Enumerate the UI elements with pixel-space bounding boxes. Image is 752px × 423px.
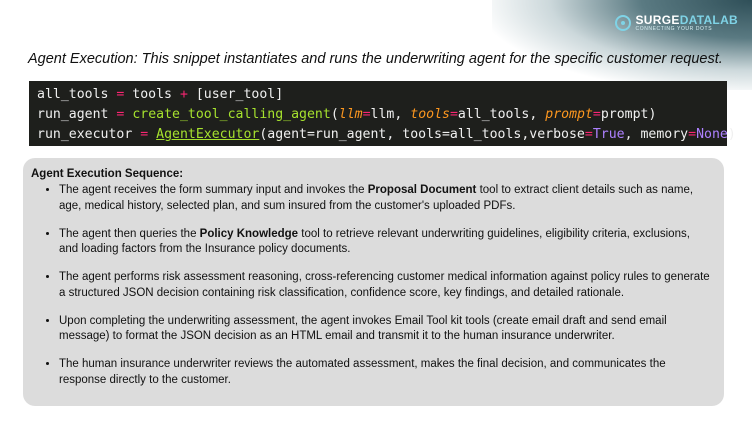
logo-tagline: CONNECTING YOUR DOTS — [635, 26, 713, 32]
code-line-3: run_executor = AgentExecutor(agent=run_a… — [37, 127, 736, 142]
logo-name-part2: DATALAB — [679, 13, 738, 27]
sequence-item-2: The agent then queries the Policy Knowle… — [59, 227, 710, 258]
execution-sequence-panel: Agent Execution Sequence: The agent rece… — [23, 158, 724, 406]
code-block: all_tools = tools + [user_tool] run_agen… — [29, 81, 736, 146]
sequence-heading: Agent Execution Sequence: — [31, 168, 184, 180]
logo-name: SURGEDATALAB — [636, 14, 739, 26]
sequence-item-4: Upon completing the underwriting assessm… — [59, 314, 710, 345]
sequence-list: The agent receives the form summary inpu… — [31, 183, 710, 388]
slide-title: Agent Execution: This snippet instantiat… — [28, 51, 723, 67]
logo-mark-icon — [614, 15, 631, 31]
logo-name-part1: SURGE — [635, 13, 680, 27]
code-line-2: run_agent = create_tool_calling_agent(ll… — [37, 107, 657, 122]
code-line-1: all_tools = tools + [user_tool] — [37, 87, 284, 102]
brand-logo: SURGEDATALAB CONNECTING YOUR DOTS — [614, 14, 739, 32]
sequence-item-5: The human insurance underwriter reviews … — [59, 357, 710, 388]
sequence-item-3: The agent performs risk assessment reaso… — [59, 270, 710, 301]
sequence-item-1: The agent receives the form summary inpu… — [59, 183, 710, 214]
logo-text: SURGEDATALAB CONNECTING YOUR DOTS — [636, 14, 739, 32]
